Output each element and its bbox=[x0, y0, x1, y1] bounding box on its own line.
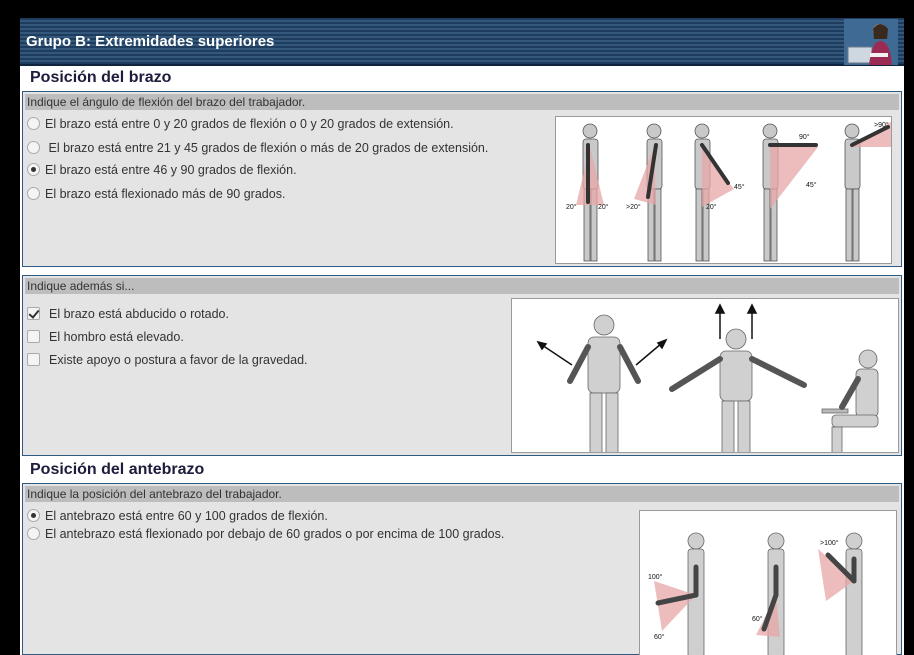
options-brazo-extra: El brazo está abducido o rotado. El homb… bbox=[27, 306, 308, 376]
angle-label: >20° bbox=[626, 203, 641, 211]
options-brazo-angle: El brazo está entre 0 y 20 grados de fle… bbox=[27, 116, 547, 210]
angle-label: 20° bbox=[566, 203, 577, 211]
section-title-antebrazo: Posición del antebrazo bbox=[30, 461, 205, 478]
option-label: El brazo está entre 21 y 45 grados de fl… bbox=[48, 141, 489, 155]
question-brazo-extra: Indique además si... bbox=[25, 278, 899, 294]
forearm-flexion-illustration: 100° 60° 60° >100° bbox=[639, 510, 897, 655]
radio-brazo-0[interactable] bbox=[27, 117, 40, 130]
angle-label: 60° bbox=[654, 633, 665, 641]
angle-label: 20° bbox=[706, 203, 717, 211]
question-brazo-angle: Indique el ángulo de flexión del brazo d… bbox=[25, 94, 899, 110]
option-label: El brazo está entre 46 y 90 grados de fl… bbox=[45, 163, 297, 177]
arm-flexion-illustration: 20° 20° >20° 20° 45° 90° 45° >90° bbox=[555, 116, 892, 264]
option-label: El brazo está flexionado más de 90 grado… bbox=[45, 187, 286, 201]
check-option-abducido[interactable]: El brazo está abducido o rotado. bbox=[27, 306, 308, 322]
angle-label: >90° bbox=[874, 121, 889, 129]
panel-brazo-extra: Indique además si... El brazo está abduc… bbox=[22, 275, 902, 456]
angle-label: 45° bbox=[734, 183, 745, 191]
check-option-hombro[interactable]: El hombro está elevado. bbox=[27, 329, 308, 345]
radio-brazo-3[interactable] bbox=[27, 187, 40, 200]
option-brazo-0[interactable]: El brazo está entre 0 y 20 grados de fle… bbox=[27, 116, 547, 132]
panel-brazo-angle: Indique el ángulo de flexión del brazo d… bbox=[22, 91, 902, 267]
option-label: El antebrazo está entre 60 y 100 grados … bbox=[45, 509, 328, 523]
option-label: El brazo está abducido o rotado. bbox=[49, 307, 229, 321]
checkbox-hombro[interactable] bbox=[27, 330, 40, 343]
group-title: Grupo B: Extremidades superiores bbox=[26, 33, 275, 50]
angle-label: 100° bbox=[648, 573, 663, 581]
radio-antebrazo-1[interactable] bbox=[27, 527, 40, 540]
angle-label: 90° bbox=[799, 133, 810, 141]
angle-label: 45° bbox=[806, 181, 817, 189]
angle-label: >100° bbox=[820, 539, 839, 547]
option-label: El antebrazo está flexionado por debajo … bbox=[45, 527, 505, 541]
option-brazo-1[interactable]: El brazo está entre 21 y 45 grados de fl… bbox=[27, 140, 507, 156]
group-header: Grupo B: Extremidades superiores bbox=[20, 18, 904, 66]
checkbox-abducido[interactable] bbox=[27, 307, 40, 320]
option-antebrazo-1[interactable]: El antebrazo está flexionado por debajo … bbox=[27, 526, 504, 542]
check-option-apoyo[interactable]: Existe apoyo o postura a favor de la gra… bbox=[27, 352, 308, 368]
panel-antebrazo: Indique la posición del antebrazo del tr… bbox=[22, 483, 902, 655]
option-label: El hombro está elevado. bbox=[49, 330, 184, 344]
option-label: El brazo está entre 0 y 20 grados de fle… bbox=[45, 117, 454, 131]
section-title-brazo: Posición del brazo bbox=[30, 69, 172, 86]
radio-brazo-1[interactable] bbox=[27, 141, 40, 154]
ergonomic-form-window: Grupo B: Extremidades superiores Posició… bbox=[20, 18, 904, 655]
angle-label: 60° bbox=[752, 615, 763, 623]
option-label: Existe apoyo o postura a favor de la gra… bbox=[49, 353, 308, 367]
angle-label: 20° bbox=[598, 203, 609, 211]
checkbox-apoyo[interactable] bbox=[27, 353, 40, 366]
radio-antebrazo-0[interactable] bbox=[27, 509, 40, 522]
user-avatar-icon bbox=[844, 19, 898, 65]
arm-abduction-illustration bbox=[511, 298, 899, 453]
option-brazo-3[interactable]: El brazo está flexionado más de 90 grado… bbox=[27, 186, 547, 202]
option-brazo-2[interactable]: El brazo está entre 46 y 90 grados de fl… bbox=[27, 162, 547, 178]
radio-brazo-2[interactable] bbox=[27, 163, 40, 176]
options-antebrazo: El antebrazo está entre 60 y 100 grados … bbox=[27, 508, 504, 550]
option-antebrazo-0[interactable]: El antebrazo está entre 60 y 100 grados … bbox=[27, 508, 504, 524]
question-antebrazo: Indique la posición del antebrazo del tr… bbox=[25, 486, 899, 502]
